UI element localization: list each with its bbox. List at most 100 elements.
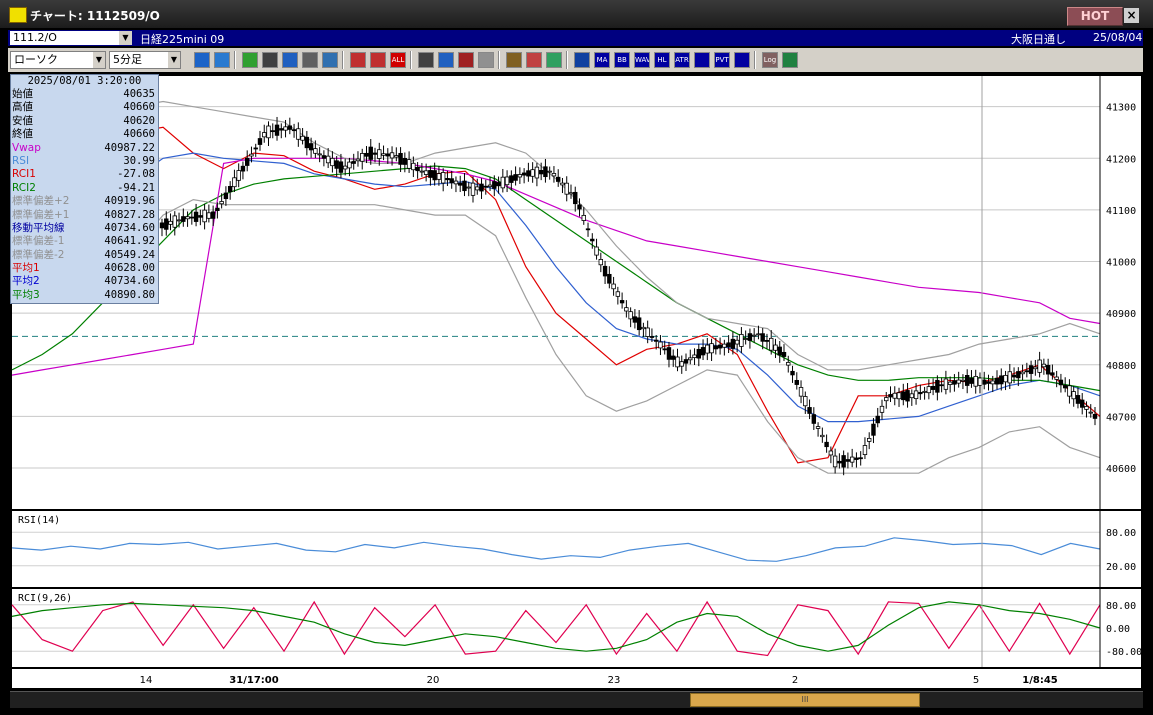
layout-icon[interactable] — [214, 52, 230, 68]
candle-body — [492, 181, 497, 189]
candle-body — [445, 178, 450, 181]
x-tick-label: 31/17:00 — [229, 675, 278, 686]
candle-body — [1037, 359, 1042, 373]
candle-body — [1050, 372, 1055, 376]
data-panel-row: Vwap 40987.22 — [11, 142, 158, 155]
candle-body — [577, 204, 582, 210]
data-panel-key: 終値 — [12, 128, 33, 141]
candle-body — [377, 149, 382, 159]
ma-icon[interactable]: MA — [594, 52, 610, 68]
candle-body — [611, 283, 616, 290]
indicator-b-icon[interactable] — [370, 52, 386, 68]
candle-body — [475, 186, 480, 191]
candle-body — [538, 169, 544, 175]
interval-select[interactable]: 5分足 ▼ — [109, 51, 181, 69]
box-icon[interactable] — [734, 52, 750, 68]
candle-body — [513, 174, 518, 181]
candle-body — [1024, 370, 1030, 373]
price-chart[interactable]: 41300 41200 41100 41000 40900 40800 40700 40600… — [0, 74, 1153, 690]
candle-body — [581, 214, 586, 221]
crosshair-icon[interactable] — [458, 52, 474, 68]
y-tick-label: 40900 — [1106, 309, 1136, 320]
chevron-down-icon[interactable]: ▼ — [168, 52, 180, 68]
y-tick-label: 0.00 — [1106, 624, 1130, 635]
candle-body — [977, 377, 983, 386]
candle-body — [688, 357, 693, 361]
lines-icon[interactable] — [574, 52, 590, 68]
candle-body — [517, 174, 523, 178]
candle-body — [300, 135, 305, 141]
code-select[interactable]: 111.2/O ▼ — [10, 31, 132, 45]
data-panel-value: 40734.60 — [104, 221, 155, 234]
bb-icon[interactable]: BB — [614, 52, 630, 68]
candle-body — [483, 185, 488, 188]
toolbar-separator — [754, 51, 756, 69]
data-panel-value: 40641.92 — [104, 235, 155, 248]
main-pane[interactable] — [12, 76, 1141, 509]
arrow-icon[interactable] — [282, 52, 298, 68]
close-button[interactable]: × — [1124, 8, 1139, 23]
candle-body — [624, 307, 629, 312]
indicator-a-icon[interactable] — [350, 52, 366, 68]
settings-icon[interactable] — [506, 52, 522, 68]
data-panel-row: RCI1 -27.08 — [11, 168, 158, 181]
zoom-icon[interactable] — [194, 52, 210, 68]
candle-body — [922, 390, 927, 393]
toolbar-separator — [410, 51, 412, 69]
scroll-thumb[interactable]: III — [690, 693, 920, 707]
atr-icon[interactable]: ATR — [674, 52, 690, 68]
pen-icon[interactable] — [526, 52, 542, 68]
export-icon[interactable] — [782, 52, 798, 68]
chart-type-select[interactable]: ローソク ▼ — [10, 51, 106, 69]
candle-body — [602, 265, 608, 277]
data-panel-key: RCI2 — [12, 181, 36, 194]
data-panel-value: 40549.24 — [104, 248, 155, 261]
y-tick-label: 41000 — [1106, 258, 1136, 269]
data-panel-row: 平均1 40628.00 — [11, 262, 158, 275]
candle-body — [675, 356, 680, 368]
candle-body — [671, 355, 676, 360]
wave-icon[interactable]: WAVE — [634, 52, 650, 68]
data-panel-value: 40635 — [123, 88, 155, 100]
data-panel-value: 40628.00 — [104, 262, 155, 275]
data-panel-value: 40620 — [123, 114, 155, 127]
candle-body — [564, 182, 569, 195]
y-tick-label: 80.00 — [1106, 528, 1136, 539]
rsi-pane[interactable] — [12, 511, 1141, 587]
all-icon[interactable]: ALL — [390, 52, 406, 68]
candle-body — [901, 391, 906, 401]
toolbar-separator — [342, 51, 344, 69]
chevron-down-icon[interactable]: ▼ — [119, 31, 132, 45]
chevron-down-icon[interactable]: ▼ — [93, 52, 105, 68]
hl-icon[interactable]: HL — [654, 52, 670, 68]
chart-scrollbar[interactable]: III — [10, 691, 1143, 708]
draw-line-icon[interactable] — [242, 52, 258, 68]
data-panel-value: 40890.80 — [104, 288, 155, 301]
candle-body — [1028, 365, 1034, 374]
candle-body — [172, 215, 177, 228]
pvt-icon[interactable]: PVT — [714, 52, 730, 68]
hot-button[interactable]: HOT — [1067, 7, 1123, 26]
candle-body — [726, 342, 731, 348]
candle-body — [389, 152, 395, 159]
candle-body — [760, 333, 765, 342]
search-icon[interactable] — [438, 52, 454, 68]
candle-body — [573, 191, 578, 205]
candle-body — [385, 153, 390, 157]
x-tick-label: 2 — [792, 675, 798, 686]
candle-body — [364, 152, 369, 157]
delete-icon[interactable] — [322, 52, 338, 68]
candle-body — [730, 338, 736, 349]
color-icon[interactable] — [546, 52, 562, 68]
cursor-icon[interactable] — [418, 52, 434, 68]
info-icon[interactable] — [478, 52, 494, 68]
log-icon[interactable]: Log — [762, 52, 778, 68]
candle-body — [1007, 371, 1012, 384]
candle-body — [274, 124, 280, 136]
candle-body — [406, 159, 412, 169]
print-icon[interactable] — [302, 52, 318, 68]
draw-tool-icon[interactable] — [262, 52, 278, 68]
candle-body — [999, 375, 1004, 385]
grid-icon[interactable] — [694, 52, 710, 68]
candle-body — [240, 165, 246, 172]
